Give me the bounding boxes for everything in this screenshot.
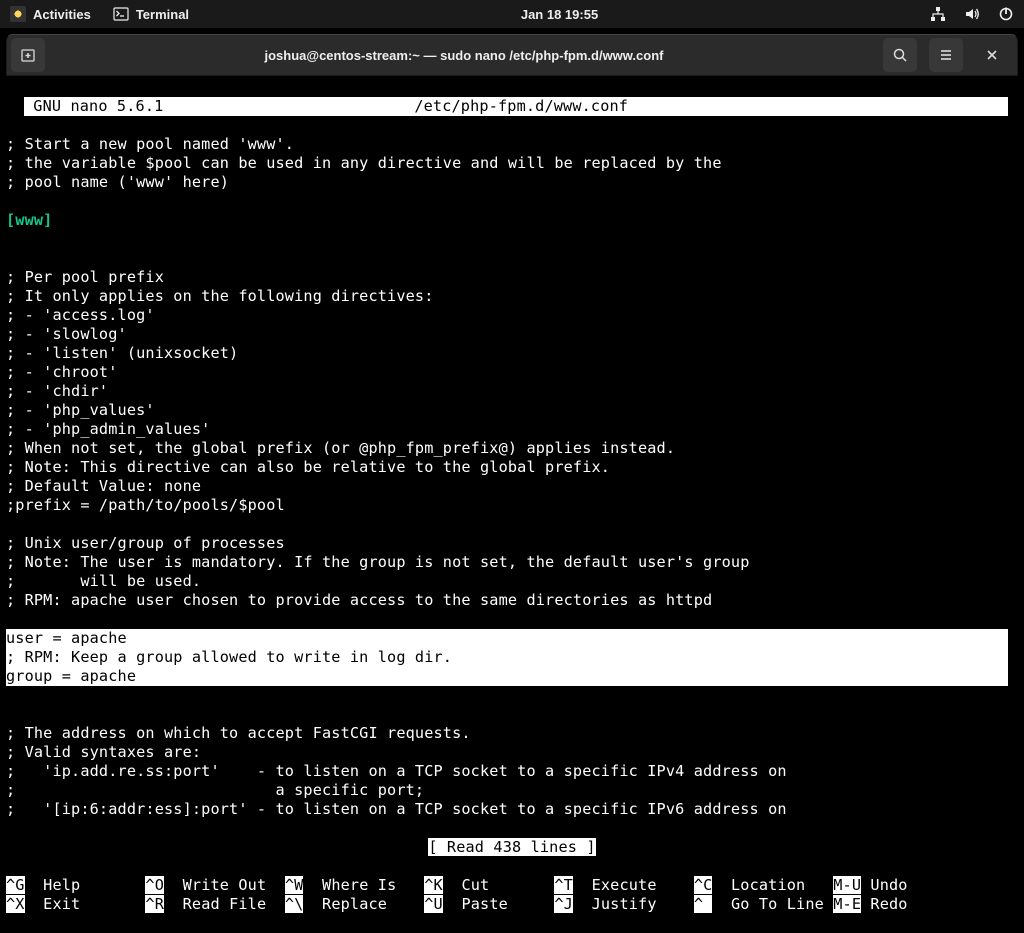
shortcut-label: Where Is <box>303 876 424 894</box>
shortcut-key: ^ <box>694 895 713 913</box>
shortcut-label: Cut <box>443 876 555 894</box>
nano-header: GNU nano 5.6.1 /etc/php-fpm.d/www.conf <box>24 97 1008 116</box>
shortcut-key: ^W <box>285 876 304 894</box>
window-title: joshua@centos-stream:~ — sudo nano /etc/… <box>49 48 879 63</box>
shortcut-key: ^U <box>424 895 443 913</box>
shortcut-key: ^R <box>145 895 164 913</box>
system-tray[interactable] <box>930 6 1014 22</box>
shortcut-label: Read File <box>164 895 285 913</box>
shortcut-label: Undo <box>861 876 926 894</box>
nano-statusbar: [ Read 438 lines ] <box>6 838 1018 857</box>
editor-selection: user = apache ; RPM: Keep a group allowe… <box>6 629 1008 686</box>
shortcut-key: ^T <box>554 876 573 894</box>
network-icon <box>930 6 946 22</box>
shortcut-label: Paste <box>443 895 555 913</box>
shortcut-label: Write Out <box>164 876 285 894</box>
shortcut-key: ^\ <box>285 895 304 913</box>
shortcut-label: Execute <box>573 876 694 894</box>
activities-icon <box>10 6 26 22</box>
shortcut-key: M-U <box>833 876 861 894</box>
shortcut-label: Location <box>712 876 833 894</box>
shortcut-label: Justify <box>573 895 694 913</box>
shortcut-label: Replace <box>303 895 424 913</box>
terminal-icon <box>113 6 129 22</box>
shortcut-label: Help <box>25 876 146 894</box>
activities-button[interactable]: Activities <box>10 6 91 22</box>
search-icon <box>892 47 908 63</box>
search-button[interactable] <box>883 38 917 72</box>
activities-label: Activities <box>33 7 91 22</box>
editor-body: ; The address on which to accept FastCGI… <box>6 705 1018 819</box>
new-tab-icon <box>20 47 36 63</box>
clock[interactable]: Jan 18 19:55 <box>189 7 930 22</box>
app-menu-button[interactable]: Terminal <box>113 6 189 22</box>
nano-shortcuts: ^G Help ^X Exit ^O Write Out ^R Read Fil… <box>6 876 1018 914</box>
shortcut-key: ^O <box>145 876 164 894</box>
close-button[interactable] <box>975 38 1009 72</box>
shortcut-key: M-E <box>833 895 861 913</box>
terminal-content[interactable]: GNU nano 5.6.1 /etc/php-fpm.d/www.conf ;… <box>6 76 1018 933</box>
shortcut-label: Go To Line <box>712 895 833 913</box>
volume-icon <box>964 6 980 22</box>
editor-body: ; Per pool prefix ; It only applies on t… <box>6 249 1018 610</box>
shortcut-label: Exit <box>25 895 146 913</box>
hamburger-icon <box>938 47 954 63</box>
editor-body: ; Start a new pool named 'www'. ; the va… <box>6 135 1018 192</box>
new-tab-button[interactable] <box>11 38 45 72</box>
shortcut-key: ^J <box>554 895 573 913</box>
menu-button[interactable] <box>929 38 963 72</box>
shortcut-key: ^G <box>6 876 25 894</box>
close-icon <box>984 47 1000 63</box>
power-icon <box>998 6 1014 22</box>
shortcut-key: ^X <box>6 895 25 913</box>
shortcut-label: Redo <box>861 895 926 913</box>
window-titlebar: joshua@centos-stream:~ — sudo nano /etc/… <box>6 34 1018 76</box>
shortcut-key: ^C <box>694 876 713 894</box>
shortcut-key: ^K <box>424 876 443 894</box>
section-header: [www] <box>6 211 1018 230</box>
app-menu-label: Terminal <box>136 7 189 22</box>
gnome-topbar: Activities Terminal Jan 18 19:55 <box>0 0 1024 28</box>
